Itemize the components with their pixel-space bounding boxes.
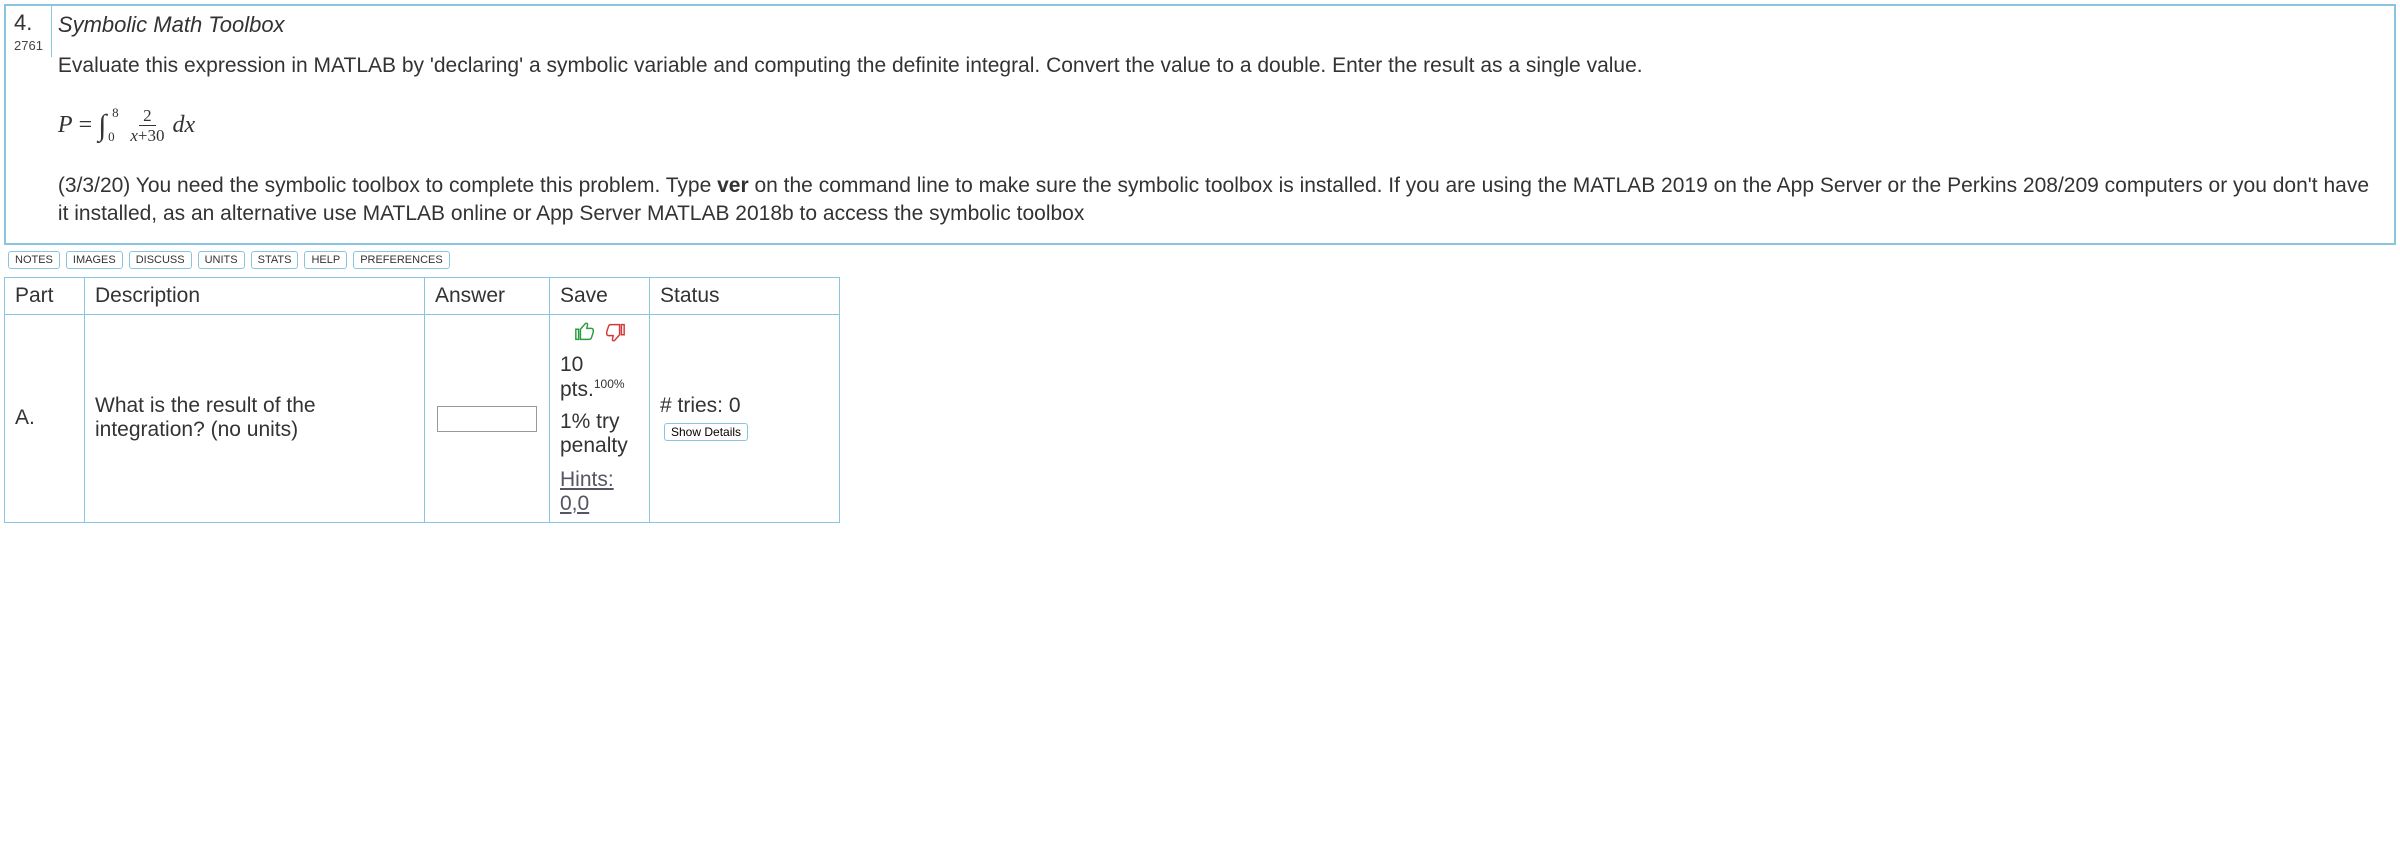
fraction-numerator: 2 [139,107,156,126]
question-id: 2761 [14,38,43,53]
part-description: What is the result of the integration? (… [85,314,425,522]
penalty-label: 1% try penalty [560,410,639,458]
equation: P = ∫ 8 0 2 x+30 dx [58,107,2384,144]
question-header-row: 4. 2761 Symbolic Math Toolbox Evaluate t… [6,6,2394,243]
percent-label: 100% [594,377,625,391]
header-answer: Answer [425,277,550,314]
stats-button[interactable]: STATS [251,251,299,269]
ver-keyword: ver [717,174,749,197]
part-label: A. [5,314,85,522]
question-body: Symbolic Math Toolbox Evaluate this expr… [52,6,2394,243]
integral-symbol: ∫ 8 0 [98,109,106,143]
table-header-row: Part Description Answer Save Status [5,277,840,314]
status-cell: # tries: 0 Show Details [650,314,840,522]
show-details-button[interactable]: Show Details [664,423,748,441]
header-save: Save [550,277,650,314]
question-note: (3/3/20) You need the symbolic toolbox t… [58,172,2384,227]
dx: dx [173,112,196,139]
rating-row [560,321,639,343]
table-row: A. What is the result of the integration… [5,314,840,522]
header-status: Status [650,277,840,314]
units-button[interactable]: UNITS [198,251,245,269]
header-description: Description [85,277,425,314]
thumbs-down-icon[interactable] [604,321,626,343]
fraction: 2 x+30 [130,107,164,144]
equals-sign: = [79,112,93,139]
hints-link[interactable]: Hints: 0,0 [560,468,639,516]
question-number: 4. [14,10,32,36]
preferences-button[interactable]: PREFERENCES [353,251,450,269]
save-cell: 10 pts.100% 1% try penalty Hints: 0,0 [550,314,650,522]
images-button[interactable]: IMAGES [66,251,123,269]
answer-input[interactable] [437,406,537,432]
integral-upper-limit: 8 [112,105,119,121]
points-label: 10 pts.100% [560,353,639,402]
discuss-button[interactable]: DISCUSS [129,251,192,269]
question-number-column: 4. 2761 [6,6,52,57]
thumbs-up-icon[interactable] [574,321,596,343]
question-container: 4. 2761 Symbolic Math Toolbox Evaluate t… [4,4,2396,245]
answer-table: Part Description Answer Save Status A. W… [4,277,840,523]
question-title: Symbolic Math Toolbox [58,12,2384,38]
toolbar: NOTES IMAGES DISCUSS UNITS STATS HELP PR… [4,245,2396,275]
tries-label: # tries: 0 [660,394,741,417]
question-prompt: Evaluate this expression in MATLAB by 'd… [58,52,2384,79]
answer-cell [425,314,550,522]
fraction-denominator: x+30 [130,126,164,144]
help-button[interactable]: HELP [304,251,347,269]
equation-lhs: P [58,112,73,139]
notes-button[interactable]: NOTES [8,251,60,269]
header-part: Part [5,277,85,314]
integral-lower-limit: 0 [108,129,115,145]
